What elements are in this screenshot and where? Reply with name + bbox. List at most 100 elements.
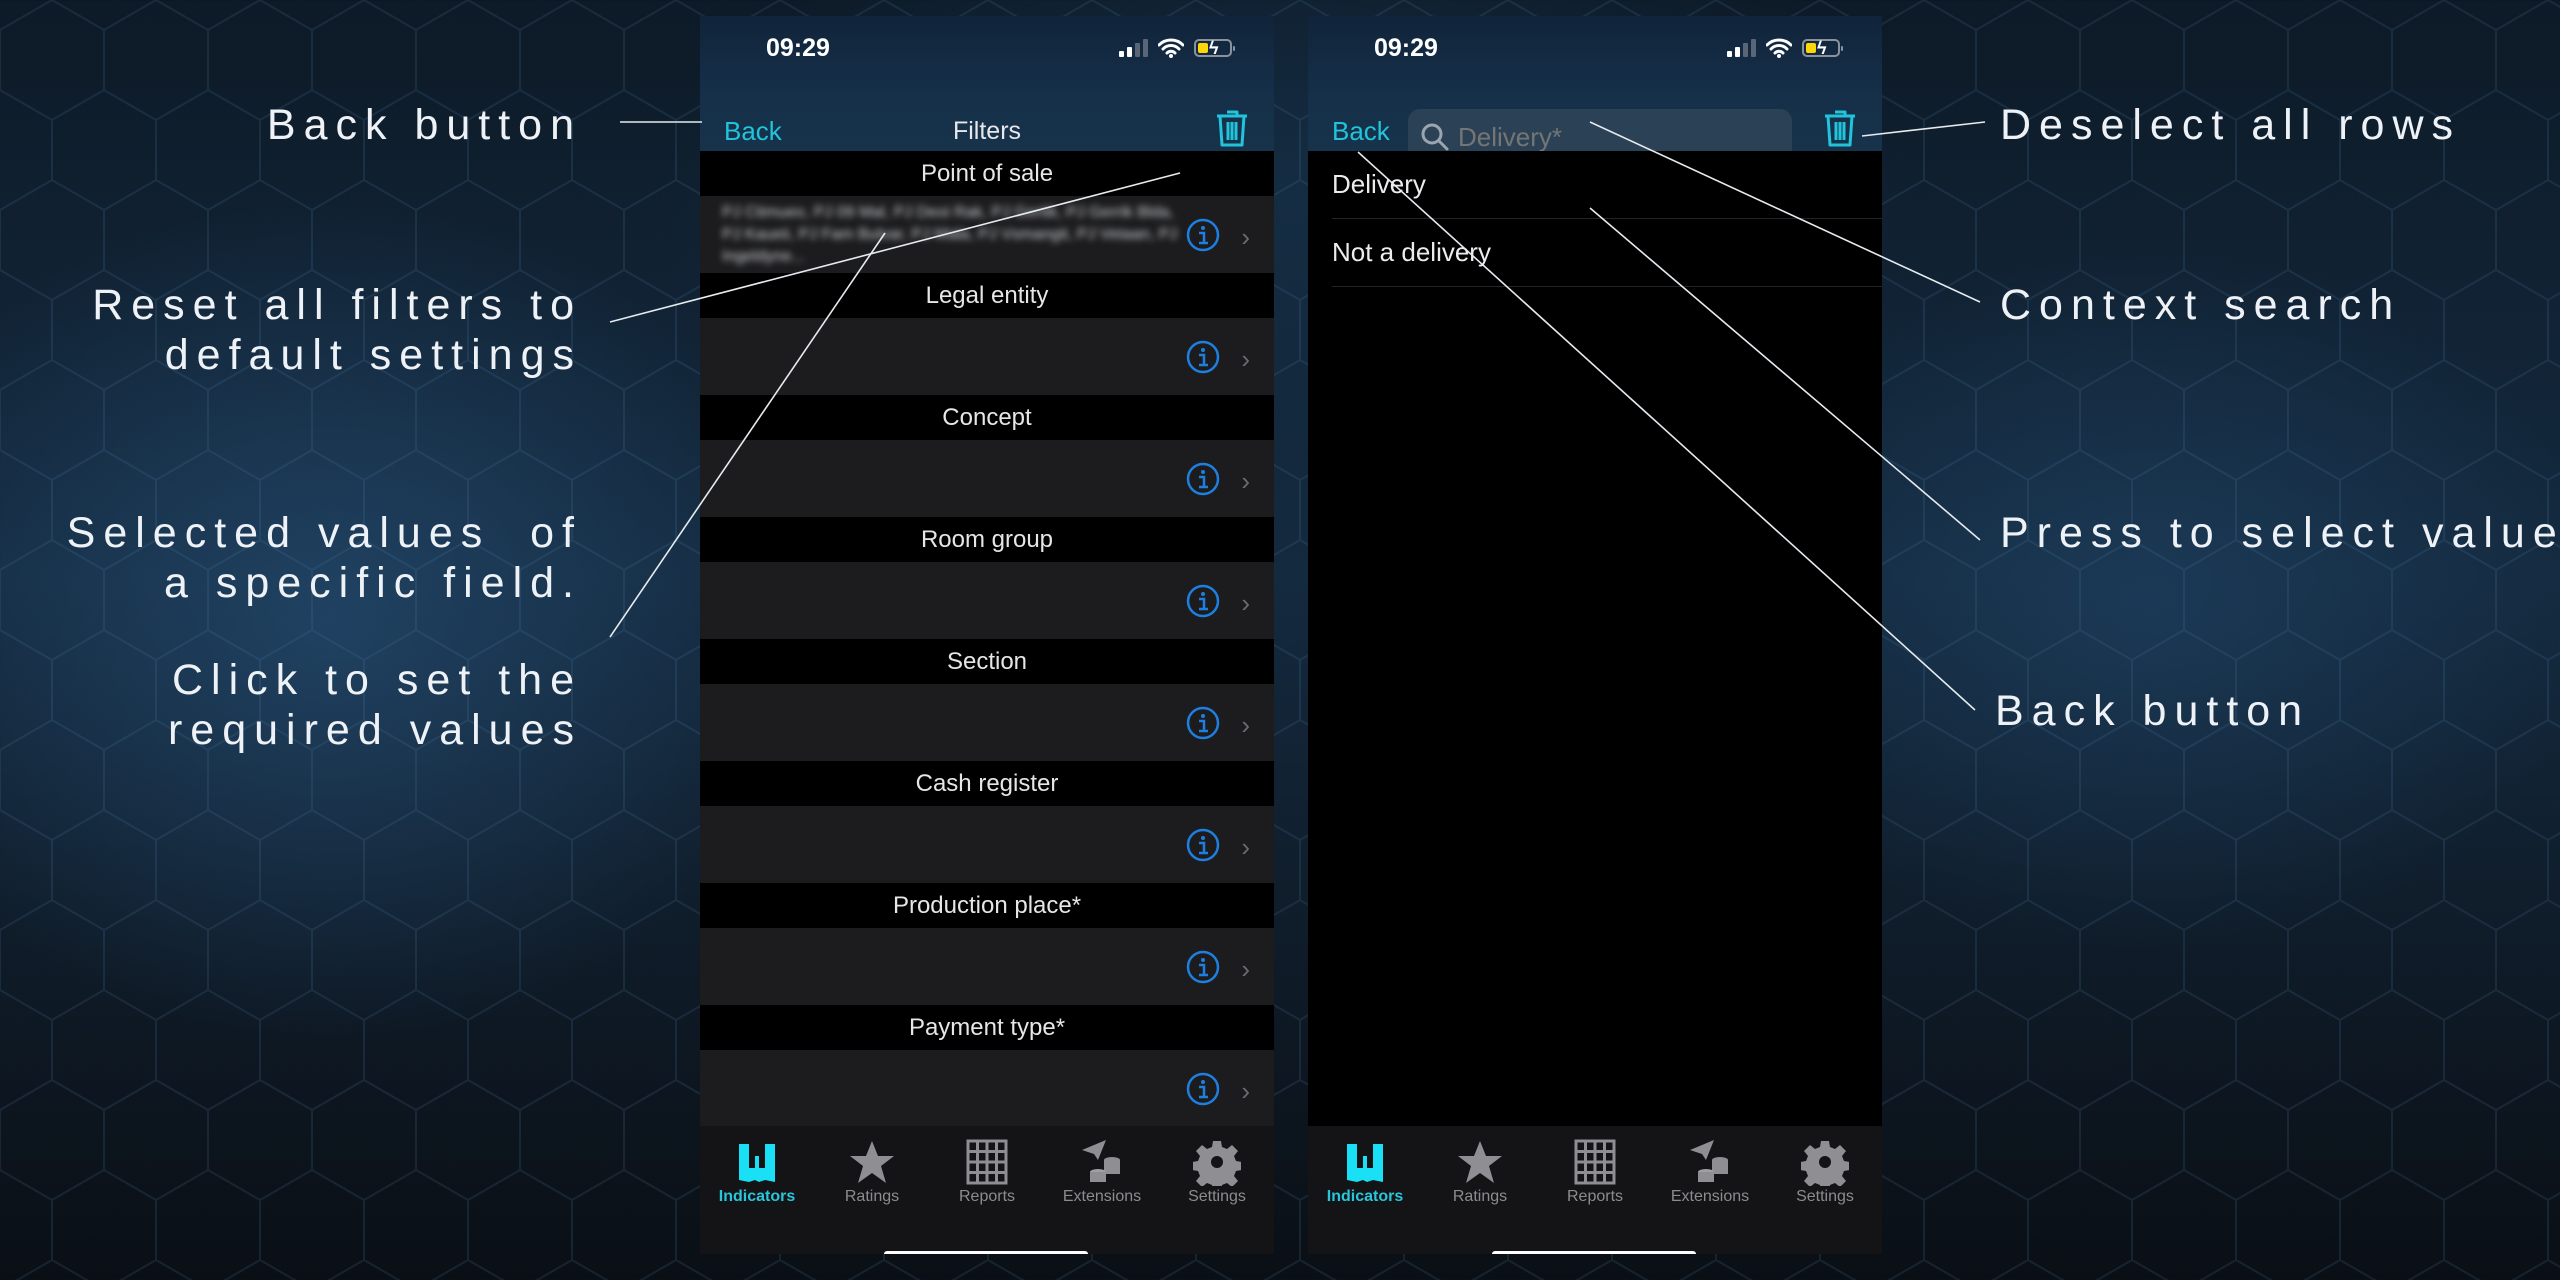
tab-bar: Indicators Ratings Reports Extensions Se…: [700, 1126, 1274, 1254]
status-icons: ϟ: [1119, 38, 1235, 58]
section-header: Payment type*: [700, 1005, 1274, 1050]
filter-cell-point-of-sale[interactable]: PJ Ctimueo, PJ 09 Mal, PJ Deoi Rak, PJ G…: [700, 196, 1274, 273]
info-icon[interactable]: [1186, 462, 1220, 496]
filter-cell-payment-type[interactable]: ›: [700, 1050, 1274, 1126]
info-icon[interactable]: [1186, 340, 1220, 374]
tab-label: Settings: [1796, 1188, 1854, 1205]
filter-cell-concept[interactable]: ›: [700, 440, 1274, 517]
filters-list: Point of sale PJ Ctimueo, PJ 09 Mal, PJ …: [700, 151, 1274, 1126]
filter-cell-cash-register[interactable]: ›: [700, 806, 1274, 883]
filter-cell-section[interactable]: ›: [700, 684, 1274, 761]
grid-icon: [1574, 1139, 1616, 1185]
list-item[interactable]: Delivery: [1332, 151, 1882, 219]
tab-settings[interactable]: Settings: [1160, 1126, 1274, 1206]
extensions-icon: [1690, 1140, 1728, 1182]
tab-extensions[interactable]: Extensions: [1653, 1126, 1767, 1206]
callout-context-search: Context search: [2000, 281, 2402, 329]
chevron-right-icon: ›: [1241, 588, 1250, 618]
nav-bar: Back: [1308, 96, 1882, 166]
tab-indicators[interactable]: Indicators: [1308, 1126, 1422, 1206]
section-header: Section: [700, 639, 1274, 684]
tab-label: Extensions: [1062, 1188, 1142, 1205]
values-list: Delivery Not a delivery: [1308, 151, 1882, 1126]
status-time: 09:29: [766, 34, 830, 62]
back-button[interactable]: Back: [1332, 116, 1390, 147]
tab-label: Ratings: [844, 1188, 900, 1205]
info-icon[interactable]: [1186, 1072, 1220, 1106]
section-header: Concept: [700, 395, 1274, 440]
selected-values: PJ Ctimueo, PJ 09 Mal, PJ Deoi Rak, PJ G…: [722, 204, 1178, 265]
gear-icon: [1193, 1141, 1241, 1186]
home-indicator: [1492, 1251, 1696, 1254]
section-header: Production place*: [700, 883, 1274, 928]
tab-extensions[interactable]: Extensions: [1045, 1126, 1159, 1206]
section-header: Cash register: [700, 761, 1274, 806]
tab-bar: Indicators Ratings Reports Extensions Se…: [1308, 1126, 1882, 1254]
indicators-icon: [1347, 1144, 1383, 1182]
chevron-right-icon: ›: [1241, 832, 1250, 862]
home-indicator: [884, 1251, 1088, 1254]
chevron-right-icon: ›: [1241, 466, 1250, 496]
list-item[interactable]: Not a delivery: [1332, 219, 1882, 287]
filter-cell-production-place[interactable]: ›: [700, 928, 1274, 1005]
extensions-icon: [1082, 1140, 1120, 1182]
page-title: Filters: [952, 117, 1022, 145]
wifi-icon: [1766, 38, 1792, 58]
callout-back-button-right: Back button: [1995, 687, 2311, 735]
section-header: Legal entity: [700, 273, 1274, 318]
signal-icon: [1119, 39, 1148, 57]
tab-label: Extensions: [1670, 1188, 1750, 1205]
tab-reports[interactable]: Reports: [930, 1126, 1044, 1206]
wifi-icon: [1158, 38, 1184, 58]
tab-indicators[interactable]: Indicators: [700, 1126, 814, 1206]
hexagon-background: [0, 0, 2560, 1280]
info-icon[interactable]: [1186, 706, 1220, 740]
callout-press-select: Press to select value: [2000, 509, 2560, 557]
status-icons: ϟ: [1727, 38, 1843, 58]
tab-label: Ratings: [1452, 1188, 1508, 1205]
chevron-right-icon: ›: [1241, 222, 1250, 252]
tab-reports[interactable]: Reports: [1538, 1126, 1652, 1206]
tab-label: Reports: [1566, 1188, 1624, 1205]
chevron-right-icon: ›: [1241, 954, 1250, 984]
filter-cell-legal-entity[interactable]: ›: [700, 318, 1274, 395]
tab-ratings[interactable]: Ratings: [815, 1126, 929, 1206]
tab-label: Indicators: [1326, 1188, 1404, 1205]
info-icon[interactable]: [1186, 950, 1220, 984]
callout-deselect-all: Deselect all rows: [2000, 101, 2461, 149]
tab-label: Indicators: [718, 1188, 796, 1205]
tab-label: Reports: [958, 1188, 1016, 1205]
callout-set-values: Click to set the required values: [167, 656, 582, 754]
nav-bar: Back Filters: [700, 96, 1274, 151]
status-time: 09:29: [1374, 34, 1438, 62]
trash-icon[interactable]: [1214, 108, 1250, 148]
gear-icon: [1801, 1141, 1849, 1186]
top-bar: 09:29 ϟ Back: [1308, 16, 1882, 166]
tab-label: Settings: [1188, 1188, 1246, 1205]
search-icon: [1421, 123, 1449, 151]
callout-lines: [609, 121, 1986, 711]
grid-icon: [966, 1139, 1008, 1185]
trash-icon[interactable]: [1822, 108, 1858, 148]
select-value-screen: 09:29 ϟ Back Delivery Not a delivery Ind…: [1308, 16, 1882, 1254]
info-icon[interactable]: [1186, 218, 1220, 252]
indicators-icon: [739, 1144, 775, 1182]
filter-cell-room-group[interactable]: ›: [700, 562, 1274, 639]
battery-icon: ϟ: [1802, 38, 1843, 58]
signal-icon: [1727, 39, 1756, 57]
section-header: Room group: [700, 517, 1274, 562]
chevron-right-icon: ›: [1241, 710, 1250, 740]
callout-reset-filters: Reset all filters to default settings: [92, 281, 582, 379]
tab-ratings[interactable]: Ratings: [1423, 1126, 1537, 1206]
callout-selected-values: Selected values of a specific field.: [66, 509, 582, 607]
section-header: Point of sale: [700, 151, 1274, 196]
battery-icon: ϟ: [1194, 38, 1235, 58]
top-bar: 09:29 ϟ Back Filters: [700, 16, 1274, 151]
info-icon[interactable]: [1186, 584, 1220, 618]
callout-back-button-left: Back button: [266, 101, 582, 149]
info-icon[interactable]: [1186, 828, 1220, 862]
filters-screen: 09:29 ϟ Back Filters Point of sale PJ Ct…: [700, 16, 1274, 1254]
tab-settings[interactable]: Settings: [1768, 1126, 1882, 1206]
star-icon: [850, 1141, 894, 1183]
chevron-right-icon: ›: [1241, 344, 1250, 374]
